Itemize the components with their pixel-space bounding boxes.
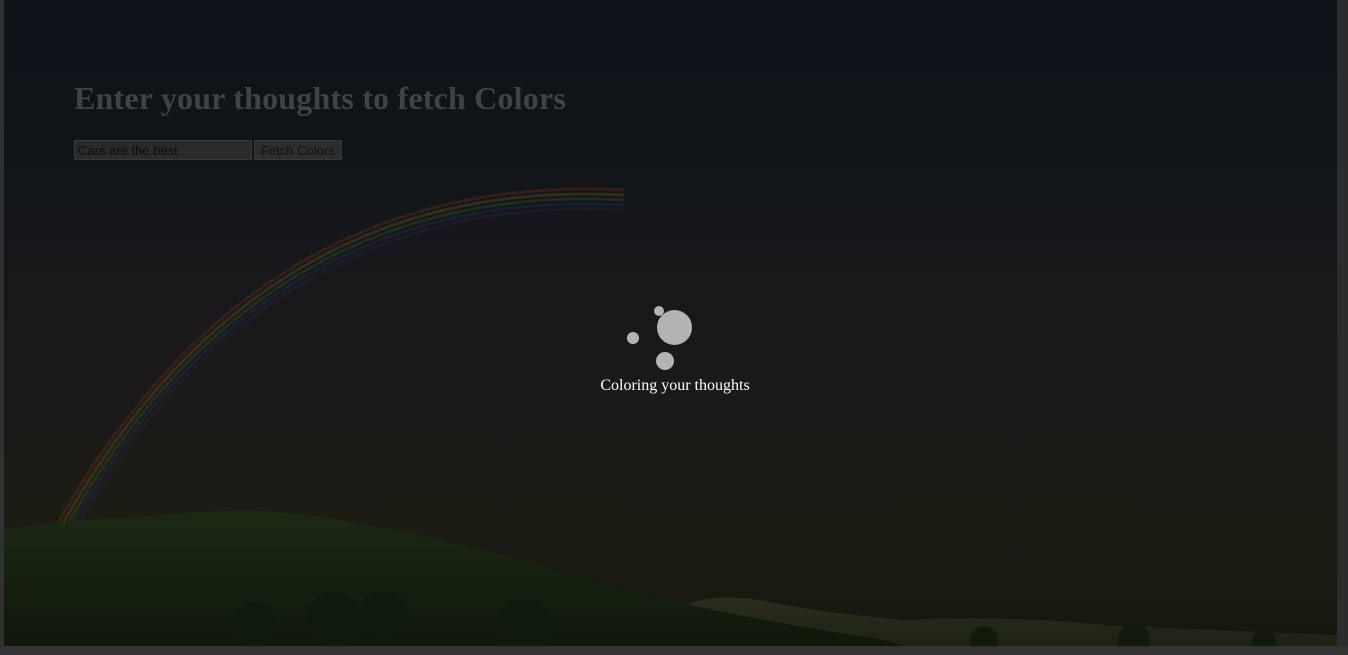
loader-dot bbox=[627, 332, 639, 344]
vertical-scrollbar[interactable] bbox=[1337, 0, 1348, 655]
loading-message: Coloring your thoughts bbox=[600, 377, 750, 394]
horizontal-scrollbar[interactable] bbox=[0, 646, 1348, 655]
loader-dot bbox=[656, 352, 674, 370]
fetch-colors-button[interactable]: Fetch Colors bbox=[254, 140, 342, 160]
loading-indicator: Coloring your thoughts bbox=[594, 300, 764, 410]
page-title: Enter your thoughts to fetch Colors bbox=[74, 80, 567, 116]
page-viewport: Enter your thoughts to fetch Colors Fetc… bbox=[4, 0, 1337, 646]
thought-form: Fetch Colors bbox=[74, 140, 342, 160]
thought-input[interactable] bbox=[74, 140, 252, 160]
loader-dot bbox=[657, 310, 692, 345]
rainbow bbox=[52, 187, 625, 539]
page-header: Enter your thoughts to fetch Colors bbox=[74, 80, 566, 117]
forest-hill bbox=[4, 510, 904, 646]
